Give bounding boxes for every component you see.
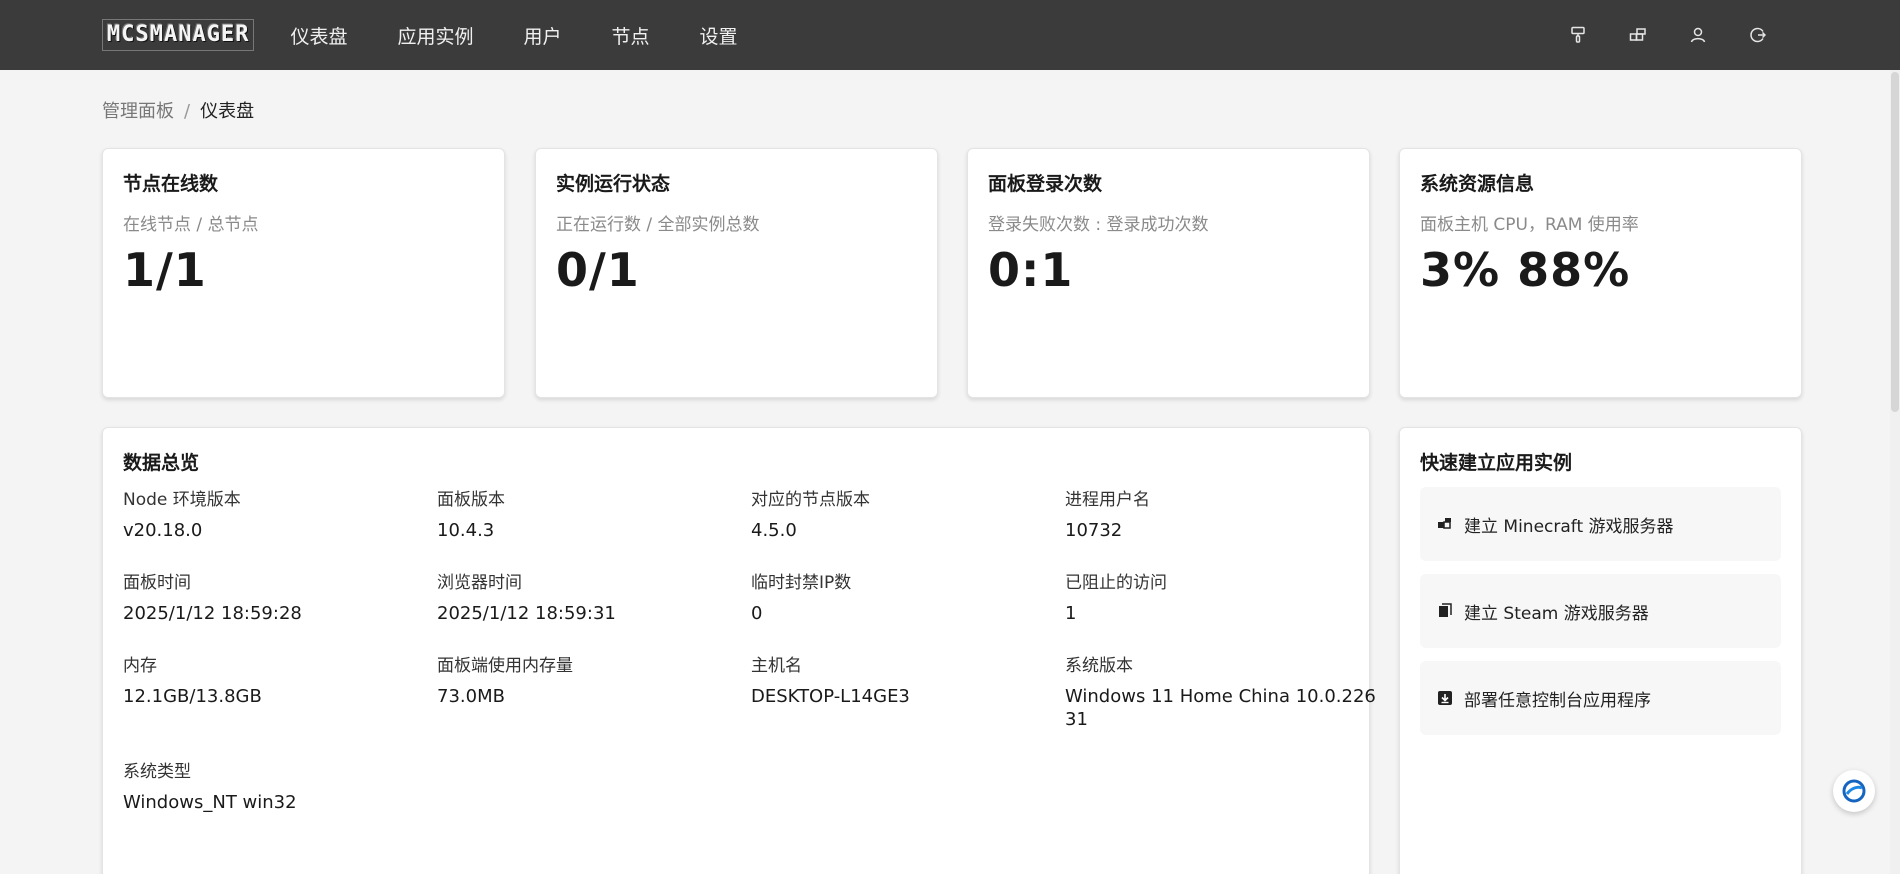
create-minecraft-button[interactable]: 建立 Minecraft 游戏服务器: [1420, 487, 1781, 561]
overview-value: 0: [751, 603, 763, 624]
overview-label: 系统版本: [1065, 656, 1133, 676]
quick-create-title: 快速建立应用实例: [1420, 452, 1573, 474]
copy-icon: [1436, 602, 1454, 620]
nav-instances[interactable]: 应用实例: [397, 22, 473, 49]
overview-item: 面板端使用内存量 73.0MB: [437, 647, 751, 753]
quick-item-label: 部署任意控制台应用程序: [1464, 690, 1651, 711]
nav-users[interactable]: 用户: [523, 22, 561, 49]
data-overview-card: 数据总览 Node 环境版本 v20.18.0 面板版本 10.4.3 对应的节点版…: [102, 427, 1376, 874]
layout-icon[interactable]: [1608, 27, 1668, 43]
overview-item: Node 环境版本 v20.18.0: [123, 481, 437, 564]
breadcrumb-root[interactable]: 管理面板: [102, 101, 174, 122]
breadcrumb-separator: /: [184, 101, 191, 122]
blocks-icon: [1436, 515, 1454, 533]
overview-value: 10.4.3: [437, 520, 495, 541]
overview-label: 临时封禁IP数: [751, 573, 852, 593]
overview-value: Windows 11 Home China 10.0.22631: [1065, 686, 1376, 730]
quick-item-label: 建立 Minecraft 游戏服务器: [1464, 516, 1674, 537]
stat-card-logins: 面板登录次数 登录失败次数 : 登录成功次数 0:1: [967, 148, 1370, 398]
overview-value: v20.18.0: [123, 520, 203, 541]
overview-label: 内存: [123, 656, 157, 676]
overview-value: DESKTOP-L14GE3: [751, 686, 910, 707]
overview-item: 内存 12.1GB/13.8GB: [123, 647, 437, 753]
overview-label: 进程用户名: [1065, 490, 1150, 510]
overview-value: 12.1GB/13.8GB: [123, 686, 262, 707]
nav-dashboard[interactable]: 仪表盘: [290, 22, 347, 49]
overview-item: 面板版本 10.4.3: [437, 481, 751, 564]
overview-label: 浏览器时间: [437, 573, 522, 593]
overview-label: 系统类型: [123, 762, 191, 782]
stat-subtitle: 在线节点 / 总节点: [123, 215, 259, 235]
overview-value: 4.5.0: [751, 520, 797, 541]
overview-value: Windows_NT win32: [123, 792, 297, 813]
overview-value: 73.0MB: [437, 686, 505, 707]
overview-label: Node 环境版本: [123, 490, 241, 510]
stat-title: 实例运行状态: [556, 173, 671, 195]
nav-settings[interactable]: 设置: [700, 22, 738, 49]
overview-item: 临时封禁IP数 0: [751, 564, 1065, 647]
overview-value: 2025/1/12 18:59:28: [123, 603, 302, 624]
overview-item: 系统版本 Windows 11 Home China 10.0.22631: [1065, 647, 1379, 753]
overview-item: 面板时间 2025/1/12 18:59:28: [123, 564, 437, 647]
overview-value: 1: [1065, 603, 1077, 624]
overview-item: 进程用户名 10732: [1065, 481, 1379, 564]
stat-value: 3% 88%: [1420, 243, 1631, 297]
stat-value: 0:1: [988, 243, 1074, 297]
stat-title: 节点在线数: [123, 173, 219, 195]
overview-item: 已阻止的访问 1: [1065, 564, 1379, 647]
stat-subtitle: 正在运行数 / 全部实例总数: [556, 215, 760, 235]
overview-label: 对应的节点版本: [751, 490, 870, 510]
overview-label: 面板时间: [123, 573, 191, 593]
assistant-float-button[interactable]: [1833, 770, 1875, 812]
stat-card-instances: 实例运行状态 正在运行数 / 全部实例总数 0/1: [535, 148, 938, 398]
stat-value: 1/1: [123, 243, 207, 297]
stat-title: 系统资源信息: [1420, 173, 1535, 195]
quick-create-card: 快速建立应用实例 建立 Minecraft 游戏服务器 建立 Steam 游戏服…: [1399, 427, 1802, 874]
scrollbar-thumb[interactable]: [1891, 72, 1899, 412]
stat-value: 0/1: [556, 243, 640, 297]
brush-icon[interactable]: [1548, 26, 1608, 44]
overview-label: 已阻止的访问: [1065, 573, 1167, 593]
user-icon[interactable]: [1668, 27, 1728, 43]
overview-item: 主机名 DESKTOP-L14GE3: [751, 647, 1065, 753]
overview-item: 对应的节点版本 4.5.0: [751, 481, 1065, 564]
download-box-icon: [1436, 689, 1454, 707]
stat-card-nodes: 节点在线数 在线节点 / 总节点 1/1: [102, 148, 505, 398]
overview-item: 系统类型 Windows_NT win32: [123, 753, 437, 836]
stat-card-resources: 系统资源信息 面板主机 CPU，RAM 使用率 3% 88%: [1399, 148, 1802, 398]
stat-subtitle: 登录失败次数 : 登录成功次数: [988, 215, 1209, 235]
overview-title: 数据总览: [123, 452, 200, 474]
overview-label: 主机名: [751, 656, 802, 676]
breadcrumb: 管理面板 / 仪表盘: [102, 97, 254, 123]
stat-title: 面板登录次数: [988, 173, 1103, 195]
overview-label: 面板端使用内存量: [437, 656, 573, 676]
top-navbar: MCSMANAGER 仪表盘 应用实例 用户 节点 设置: [0, 0, 1900, 70]
logout-icon[interactable]: [1728, 27, 1788, 43]
nav-nodes[interactable]: 节点: [612, 22, 650, 49]
create-steam-button[interactable]: 建立 Steam 游戏服务器: [1420, 574, 1781, 648]
quick-item-label: 建立 Steam 游戏服务器: [1464, 603, 1649, 624]
stat-subtitle: 面板主机 CPU，RAM 使用率: [1420, 215, 1639, 235]
overview-value: 2025/1/12 18:59:31: [437, 603, 616, 624]
deploy-console-app-button[interactable]: 部署任意控制台应用程序: [1420, 661, 1781, 735]
breadcrumb-current: 仪表盘: [200, 101, 255, 122]
overview-value: 10732: [1065, 520, 1123, 541]
overview-item: 浏览器时间 2025/1/12 18:59:31: [437, 564, 751, 647]
assistant-icon: [1842, 779, 1866, 803]
logo[interactable]: MCSMANAGER: [102, 19, 255, 51]
overview-grid: Node 环境版本 v20.18.0 面板版本 10.4.3 对应的节点版本 4.5.…: [123, 481, 1376, 836]
overview-label: 面板版本: [437, 490, 505, 510]
nav-icon-group: [1548, 0, 1788, 70]
